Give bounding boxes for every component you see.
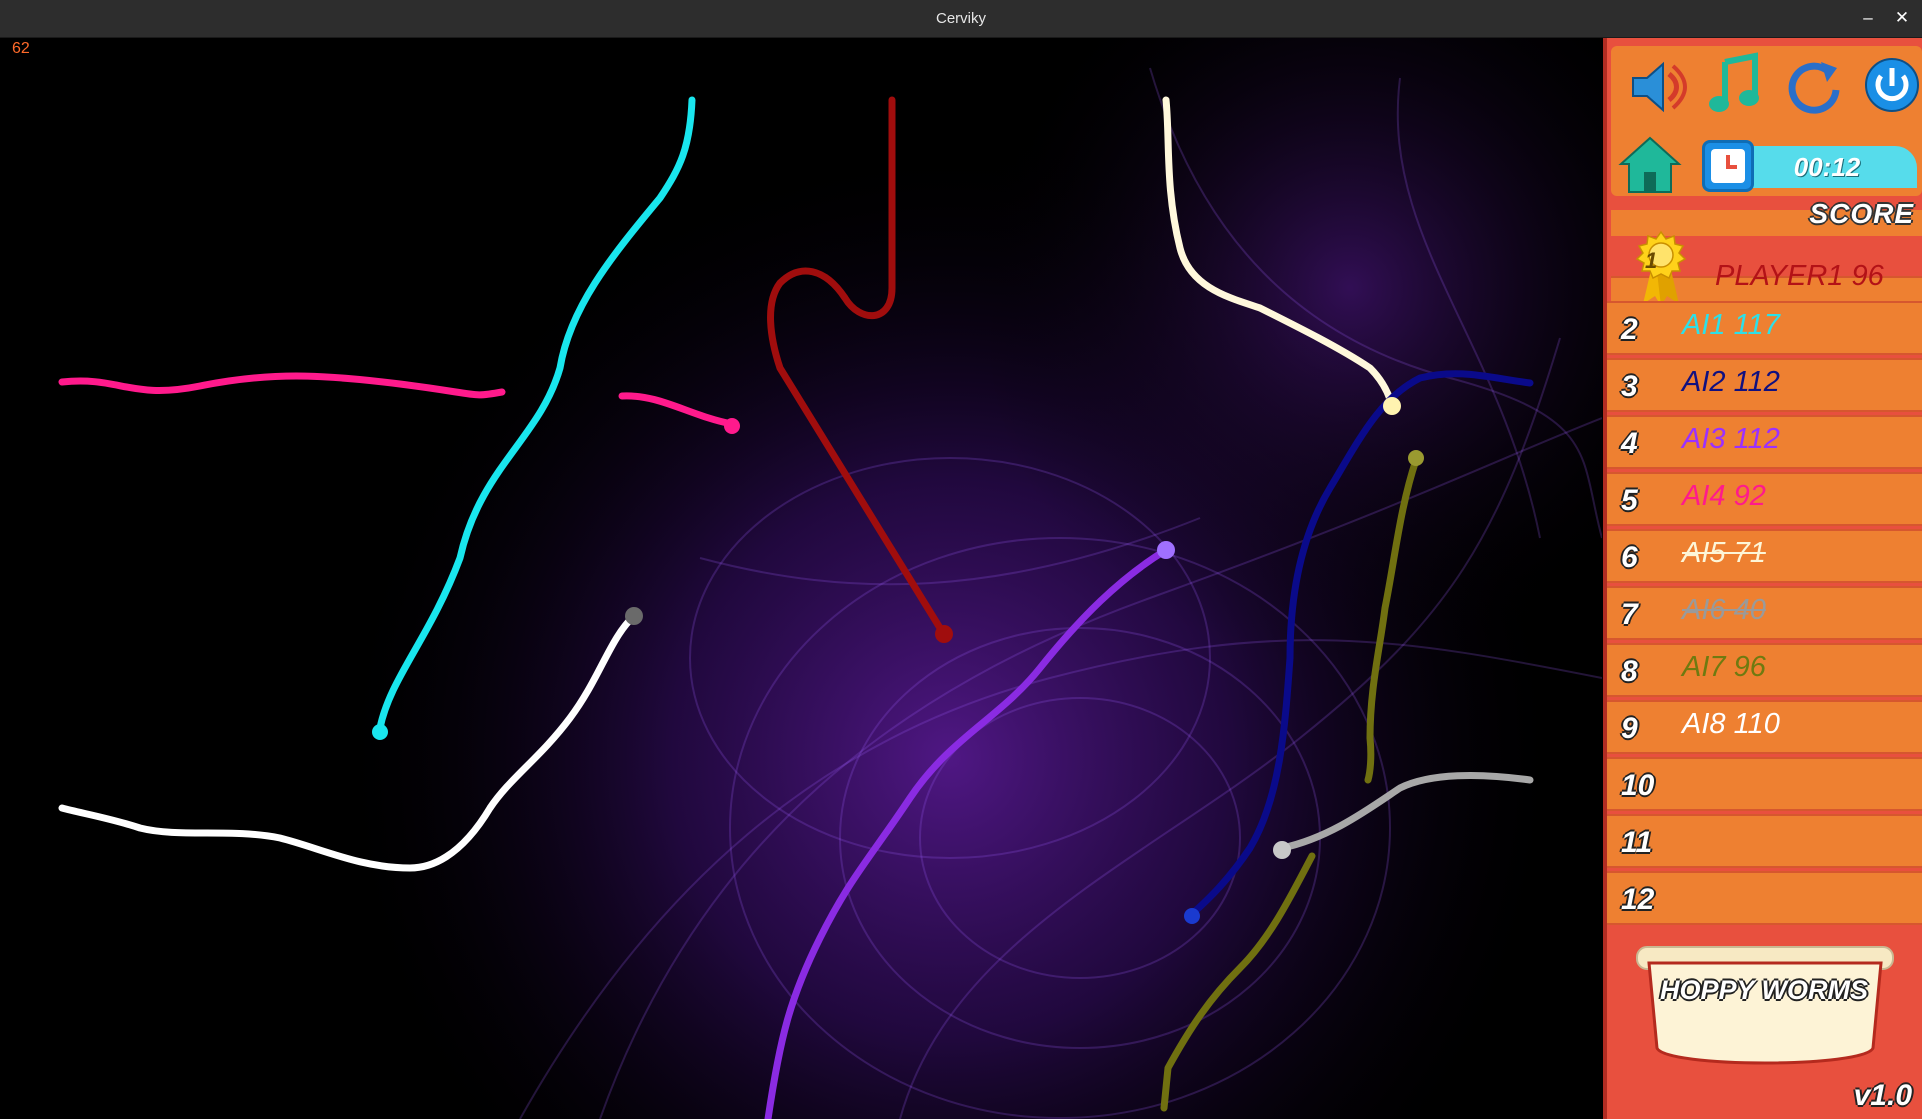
restart-icon[interactable] [1779,52,1849,122]
worm-player1-trail [767,96,944,632]
leader-rank: 1 [1645,248,1658,273]
music-note-icon[interactable] [1699,50,1769,120]
scoreboard-row: 8 AI7 96 [1607,643,1922,697]
worm-ai7-head [1408,450,1424,466]
scoreboard-rank: 4 [1621,427,1638,460]
scoreboard-player: AI5 71 [1682,537,1766,569]
scoreboard-player: AI6 40 [1682,594,1766,626]
worm-ai6-head [1273,841,1291,859]
worm-ai5-head [1383,397,1401,415]
close-button[interactable]: ✕ [1890,6,1914,30]
window-title: Cerviky [935,10,986,27]
scoreboard-rank: 2 [1621,313,1638,346]
scoreboard-player: AI4 92 [1682,480,1766,512]
worm-ai2-head [1184,908,1200,924]
scoreboard-row-leader: 1 PLAYER1 96 [1607,230,1922,306]
worm-ai1-trail [376,96,696,732]
scoreboard-player: AI2 112 [1682,366,1780,398]
fps-counter: 62 [12,40,30,57]
worm-ai3-trail [764,546,1170,1119]
game-timer: 00:12 [1793,152,1861,182]
scoreboard-player: AI8 110 [1682,708,1780,740]
side-panel: 00:12 SCORE 1 PLAYER1 96 2 AI1 117 3 AI2 11… [1603,38,1922,1119]
scoreboard-row: 5 AI4 92 [1607,472,1922,526]
scoreboard-row: 2 AI1 117 [1607,301,1922,355]
worm-ai4-head [724,418,740,434]
worm-ai6-trail [1278,771,1534,852]
worm-ai5-trail [1162,96,1396,410]
scoreboard-row: 9 AI8 110 [1607,700,1922,754]
scoreboard-row: 3 AI2 112 [1607,358,1922,412]
scoreboard-rank: 6 [1621,541,1638,574]
scoreboard-player: AI3 112 [1682,423,1780,455]
scoreboard-player: AI7 96 [1682,651,1766,683]
worm-ai7-trail-2 [1160,852,1316,1112]
speaker-icon[interactable] [1623,52,1693,122]
worm-ai8-trail [58,612,638,872]
worm-ai1-head [372,724,388,740]
worm-ai2-trail [1188,370,1534,918]
scoreboard-row: 11 [1607,814,1922,868]
scoreboard-rank: 3 [1621,370,1638,403]
scoreboard-row: 10 [1607,757,1922,811]
scoreboard-rank: 5 [1621,484,1638,517]
game-arena[interactable] [0,38,1602,1119]
home-icon[interactable] [1615,130,1685,200]
scoreboard: 1 PLAYER1 96 2 AI1 117 3 AI2 112 4 AI3 112 5 AI… [1607,230,1922,928]
scoreboard-rank: 7 [1621,598,1638,631]
scoreboard-row: 12 [1607,871,1922,925]
worm-ai4-trail-1 [58,372,506,399]
minimize-button[interactable]: – [1856,6,1880,30]
worms-layer [58,96,1534,1119]
worm-ai7-trail-1 [1364,456,1420,784]
scoreboard-rank: 8 [1621,655,1638,688]
worm-ai8-head [625,607,643,625]
version-label: v1.0 [1853,1079,1912,1112]
scoreboard-row: 6 AI5 71 [1607,529,1922,583]
scoreboard-row: 7 AI6 40 [1607,586,1922,640]
clock-icon [1702,140,1754,192]
scoreboard-rank: 11 [1621,826,1653,859]
scoreboard-player: AI1 117 [1682,309,1780,341]
window-titlebar: Cerviky – ✕ [0,0,1922,38]
scoreboard-row: 4 AI3 112 [1607,415,1922,469]
worm-player1-head [935,625,953,643]
worm-ai4-trail-2 [618,392,736,428]
leader-name: PLAYER1 96 [1715,260,1884,292]
worm-ai3-head [1157,541,1175,559]
scoreboard-rank: 9 [1621,712,1638,745]
logo-scroll [1636,946,1894,1065]
scoreboard-rank: 10 [1621,769,1655,802]
score-label: SCORE [1809,198,1914,229]
game-logo: HOPPY WORMS [1659,975,1869,1005]
power-icon[interactable] [1857,50,1922,120]
scoreboard-rank: 12 [1621,883,1655,916]
